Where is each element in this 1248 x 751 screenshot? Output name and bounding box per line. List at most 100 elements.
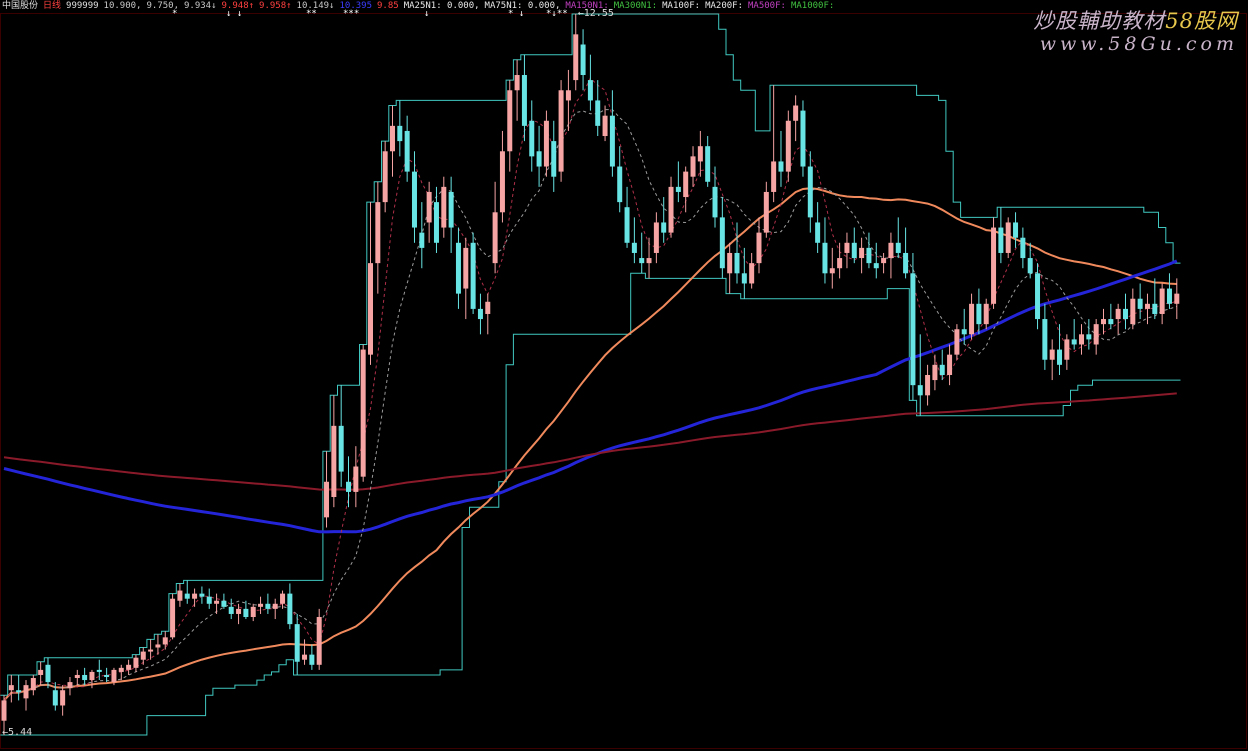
- candle-up: [353, 466, 359, 492]
- candle-up: [485, 301, 491, 314]
- candle-up: [932, 364, 938, 381]
- candle-up: [272, 603, 278, 609]
- candle-down: [639, 258, 645, 264]
- candle-down: [866, 247, 872, 264]
- candle-down: [631, 242, 637, 253]
- candle-up: [250, 606, 256, 618]
- candle-down: [397, 125, 403, 142]
- candle-up: [1049, 349, 1055, 360]
- candle-down: [1071, 339, 1077, 345]
- candle-down: [1166, 288, 1172, 304]
- candle-up: [829, 268, 835, 274]
- candle-up: [969, 303, 975, 335]
- candle-up: [763, 191, 769, 233]
- candle-up: [690, 156, 696, 177]
- candle-down: [617, 166, 623, 203]
- channel-high-line: [0, 13, 1181, 696]
- signal-mark: **: [306, 9, 317, 19]
- candle-down: [477, 308, 483, 320]
- candle-up: [140, 651, 146, 660]
- ma-line-2: [3, 392, 1177, 491]
- candle-down: [1035, 273, 1041, 320]
- candle-down: [45, 664, 51, 683]
- signal-mark: *: [172, 9, 178, 19]
- candle-up: [331, 425, 337, 498]
- candle-down: [16, 690, 22, 693]
- candle-down: [199, 593, 205, 597]
- candle-up: [389, 125, 395, 152]
- high-price-value: 12.55: [583, 8, 614, 19]
- candle-down: [1086, 334, 1092, 340]
- candle-down: [1152, 303, 1158, 314]
- candle-up: [543, 120, 549, 167]
- candle-up: [148, 649, 154, 652]
- signal-mark: ↓ ↓: [226, 9, 243, 19]
- plot-frame: [0, 13, 1247, 749]
- candle-up: [925, 374, 931, 396]
- candle-down: [961, 329, 967, 335]
- header-marks: * ↓ ↓ ** *** ↓ * ↓ *↓**: [0, 9, 800, 19]
- ma-line-1: [3, 259, 1178, 534]
- candle-up: [793, 105, 799, 121]
- ma-line-3: [3, 109, 1177, 701]
- candle-up: [859, 247, 865, 259]
- candle-down: [470, 242, 476, 309]
- candle-up: [991, 227, 997, 304]
- candle-down: [1027, 258, 1033, 274]
- signal-mark: * ↓: [508, 9, 525, 19]
- candle-up: [375, 202, 381, 264]
- candle-up: [1079, 334, 1085, 345]
- candle-up: [382, 151, 388, 203]
- candle-up: [368, 263, 373, 355]
- candle-down: [287, 593, 293, 625]
- candle-down: [228, 606, 234, 614]
- candle-up: [133, 657, 139, 668]
- candle-down: [404, 130, 410, 172]
- candle-up: [1005, 222, 1011, 253]
- candle-up: [837, 258, 843, 269]
- candle-down: [529, 120, 535, 157]
- candle-up: [1064, 339, 1070, 360]
- candle-down: [1137, 298, 1143, 309]
- watermark-title-text: 炒股輔助教材: [1033, 9, 1166, 33]
- candle-up: [668, 186, 674, 233]
- candle-up: [844, 242, 850, 253]
- candle-down: [411, 171, 417, 228]
- candle-down: [82, 674, 88, 681]
- candle-up: [771, 161, 777, 192]
- candle-up: [954, 329, 960, 355]
- watermark-url: www.58Gu.com: [1039, 33, 1238, 55]
- candle-up: [1115, 308, 1121, 320]
- candle-down: [551, 141, 557, 177]
- candle-up: [888, 242, 894, 259]
- candle-down: [976, 303, 982, 325]
- candle-down: [455, 242, 461, 294]
- candle-up: [602, 115, 608, 137]
- watermark-brand: 58股网: [1165, 9, 1238, 33]
- candle-down: [712, 186, 718, 218]
- candlestick-chart: [0, 13, 1247, 749]
- candle-up: [155, 644, 161, 648]
- candle-down: [939, 364, 945, 375]
- candle-down: [675, 186, 681, 192]
- candle-up: [1, 700, 7, 721]
- candle-down: [1108, 319, 1114, 325]
- candle-up: [756, 232, 762, 264]
- candle-down: [580, 44, 586, 76]
- candle-down: [595, 100, 601, 126]
- ma-line-0: [3, 187, 1177, 702]
- candle-up: [170, 598, 176, 638]
- candle-up: [441, 186, 447, 228]
- candle-down: [536, 151, 542, 167]
- candle-up: [514, 75, 520, 91]
- candle-down: [309, 654, 315, 665]
- candle-up: [258, 603, 264, 607]
- candle-up: [89, 671, 95, 681]
- candle-down: [895, 242, 901, 253]
- candle-down: [800, 110, 806, 167]
- candle-down: [338, 425, 344, 472]
- candle-down: [903, 252, 909, 274]
- candle-down: [1122, 308, 1128, 320]
- candle-down: [705, 146, 711, 182]
- high-price-label: ←12.55: [577, 8, 614, 19]
